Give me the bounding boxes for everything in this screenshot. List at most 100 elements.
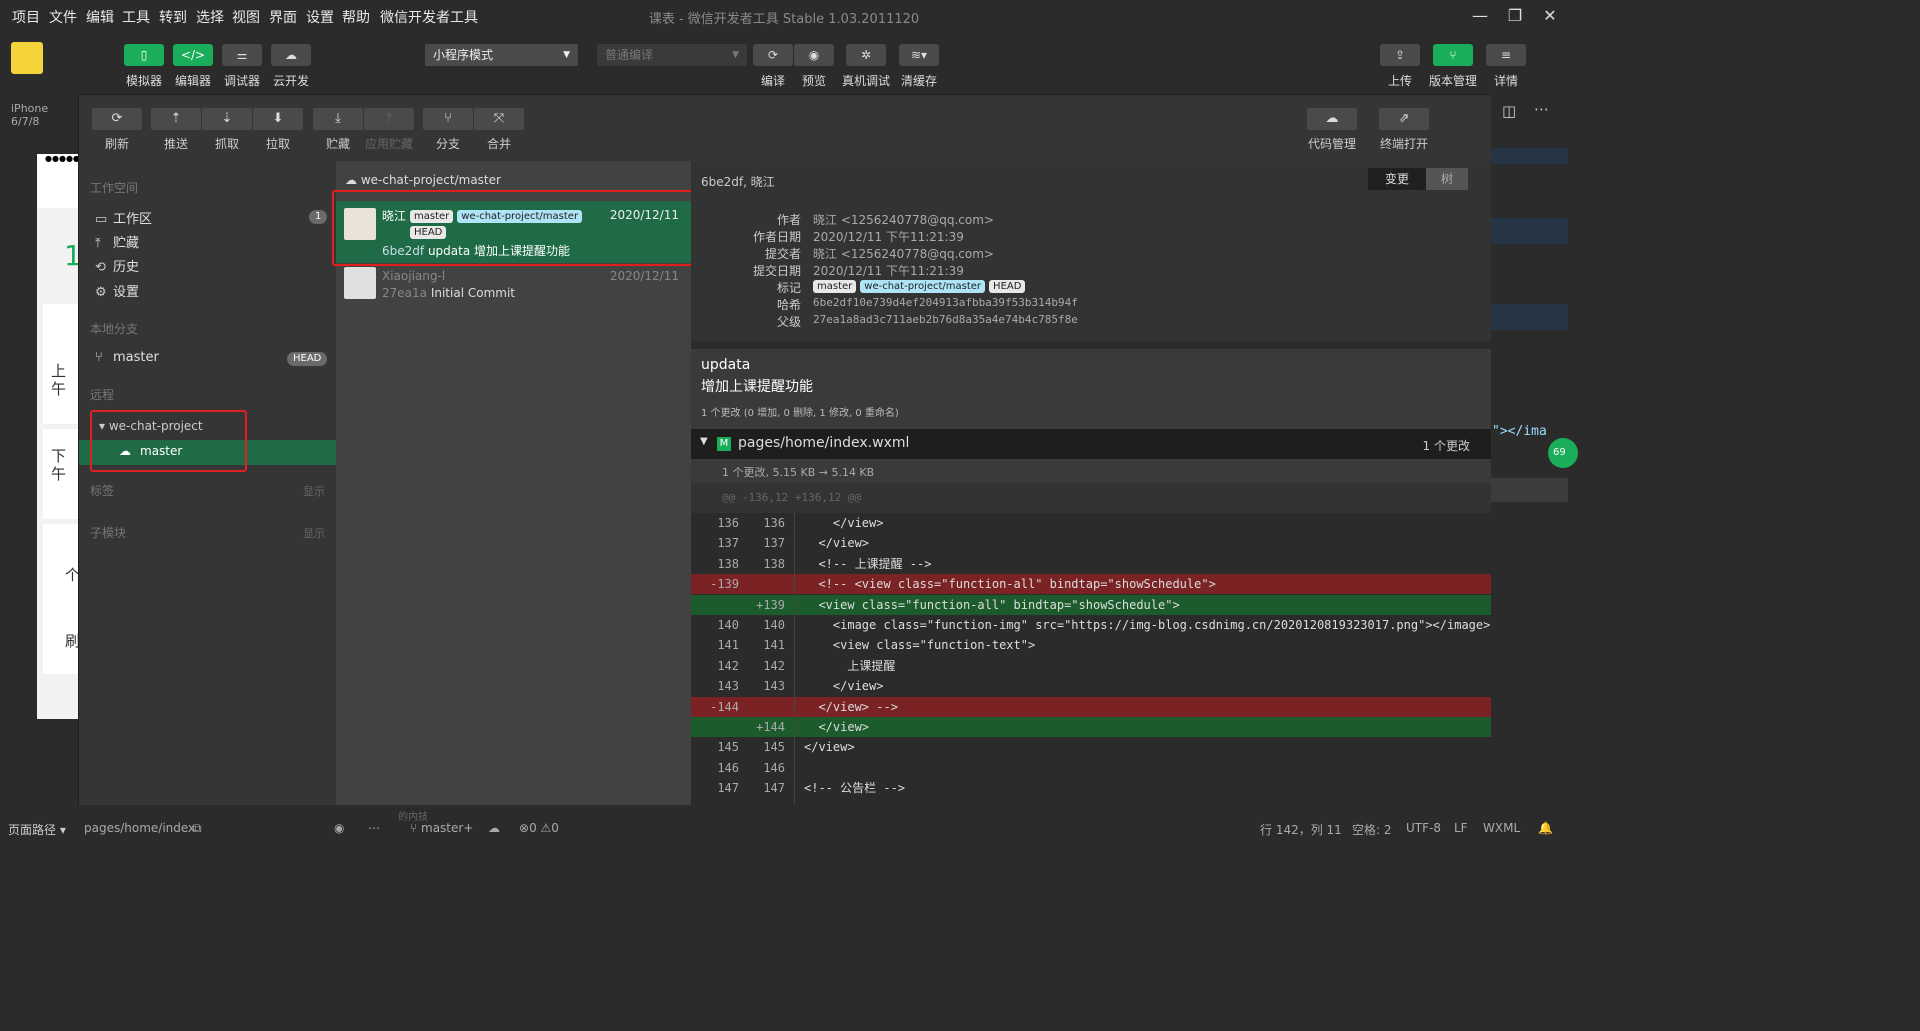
close-icon[interactable]: ✕ [1536,4,1564,28]
compile-select[interactable]: 普通编译 ▼ [597,44,747,66]
eye-icon: ◉ [808,48,820,62]
local-branch-master[interactable]: ⑂ master [95,350,159,365]
tags-section-title: 标签 [90,484,115,498]
eye-icon[interactable]: ◉ [334,821,344,835]
branch-icon: ⑂ [444,111,452,126]
refresh-button[interactable]: ⟳ [92,108,142,130]
msg-title: updata [701,357,751,373]
push-icon: ⇡ [170,111,182,126]
version-manage-button[interactable]: ⑂ [1433,44,1473,66]
problems-indicator[interactable]: ⊗0 ⚠0 [519,821,559,835]
status-bar: 页面路径 ▾ pages/home/index ⧉ ◉ ⋯ 的内技 ⑂ mast… [0,812,1568,842]
commit-row[interactable]: Xiaojiang-l 2020/12/11 27ea1a Initial Co… [336,265,691,327]
meta-value[interactable]: 6be2df10e739d4ef204913afbba39f53b314b94f [813,296,1078,309]
commit-list: ☁ we-chat-project/master 晓江 master we-chat… [332,161,700,805]
sim-card: 个 刷 [43,524,80,674]
mode-value: 小程序模式 [433,48,494,62]
remote-debug-button[interactable]: ✲ [846,44,886,66]
page-path: pages/home/index [84,821,196,835]
phone-icon: ▯ [140,48,148,62]
restore-icon[interactable]: ❐ [1501,4,1529,28]
avatar[interactable] [11,42,43,74]
compile-button[interactable]: ⟳ [753,44,793,66]
sim-card: 下 午 [43,429,78,519]
push-button[interactable]: ⇡ [151,108,201,130]
more-icon[interactable]: ⋯ [1534,100,1549,118]
copy-icon[interactable]: ⧉ [193,821,202,836]
meta-value: 2020/12/11 下午11:21:39 [813,230,964,244]
refresh-icon: ⟳ [111,111,123,126]
refresh-label: 刷新 [104,137,129,151]
upload-button[interactable]: ⇪ [1380,44,1420,66]
new-line-number: 146 [763,760,785,775]
merge-button[interactable]: ⤧ [474,108,524,130]
phone-navbar [37,168,78,208]
language-mode[interactable]: WXML [1483,821,1520,835]
sidebar-item-settings[interactable]: ⚙ 设置 [95,281,139,300]
sync-icon[interactable]: ☁ [488,821,500,835]
sidebar-item-label: 历史 [113,260,140,275]
debugger-button[interactable]: ⚌ [222,44,262,66]
bell-icon[interactable]: 🔔 [1538,821,1553,835]
encoding[interactable]: UTF-8 [1406,821,1441,835]
branch-indicator[interactable]: ⑂ master+ [410,821,473,835]
branch-icon: ⑂ [410,821,422,835]
mode-select[interactable]: 小程序模式 ▼ [425,44,578,66]
page-path-label[interactable]: 页面路径 ▾ [8,821,66,838]
meta-key: 提交日期 [752,264,801,278]
menu-bar: 项目 文件 编辑 工具 转到 选择 视图 界面 设置 帮助 微信开发者工具 课表… [0,0,1568,32]
old-line-number: -139 [710,577,739,592]
diff-line: 146 146 [691,758,1491,778]
tab-changes[interactable]: 变更 [1368,168,1426,190]
meta-value[interactable]: 27ea1a8ad3c711aeb2b76d8a35a4e74b4c785f8e [813,313,1078,326]
error-count: 0 [529,821,537,835]
meta-key: 哈希 [776,298,801,312]
stash-button[interactable]: ⤓ [313,108,363,130]
clear-cache-button[interactable]: ≋▾ [899,44,939,66]
code-icon: </> [180,48,206,62]
error-icon: ⊗ [519,821,530,835]
sim-card: 上 午 [43,304,78,424]
cursor-position[interactable]: 行 142，列 11 [1260,821,1342,838]
cloud-dev-button[interactable]: ☁ [271,44,311,66]
sidebar-item-history[interactable]: ⟲ 历史 [95,256,139,275]
diff-line: +139 <view class="function-all" bindtap=… [691,594,1491,615]
file-header[interactable]: ▼ M pages/home/index.wxml 1 个更改 [691,429,1491,459]
cloud-icon: ☁ [285,48,297,62]
preview-button[interactable]: ◉ [794,44,834,66]
split-editor-icon[interactable]: ◫ [1502,102,1516,120]
details-button[interactable]: ≡ [1486,44,1526,66]
tags-show-link[interactable]: 显示 [303,483,325,499]
fetch-button[interactable]: ⇣ [202,108,252,130]
diff-code: <view class="function-text"> [804,638,1036,653]
meta-value: 晓江 <1256240778@qq.com> [813,213,994,227]
diff-code: </view> [804,679,884,694]
indent-setting[interactable]: 空格: 2 [1352,821,1392,838]
more-icon[interactable]: ⋯ [368,821,380,835]
tab-tree[interactable]: 树 [1426,168,1468,190]
meta-key: 作者日期 [752,230,801,244]
device-label[interactable]: iPhone 6/7/8 [11,102,78,128]
meta-value: 2020/12/11 下午11:21:39 [813,264,964,278]
remote-debug-label: 真机调试 [841,74,890,88]
sidebar-item-workspace[interactable]: ▭ 工作区 [95,208,152,227]
gutter-divider [794,513,795,805]
editor-button[interactable]: </> [173,44,213,66]
sidebar-item-stash[interactable]: ⤒ 贮藏 [95,232,139,251]
chevron-down-icon: ▼ [732,50,739,60]
submodule-show-link[interactable]: 显示 [303,525,325,541]
new-line-number: 143 [763,679,785,694]
pull-button[interactable]: ⬇ [253,108,303,130]
workspace-badge: 1 [309,210,328,224]
simulator-button[interactable]: ▯ [124,44,164,66]
sim-text: 午 [51,380,67,398]
apply-stash-button[interactable]: ⤒ [364,108,414,130]
simulator-label: 模拟器 [125,74,162,88]
terminal-open-button[interactable]: ⇗ [1379,108,1429,130]
branch-button[interactable]: ⑂ [423,108,473,130]
line-ending[interactable]: LF [1454,821,1468,835]
simulator-screen[interactable]: ●●●●● 1 上 午 下 午 个 刷 [37,154,82,719]
minimize-icon[interactable]: — [1466,4,1494,28]
diff-code: </view> [804,536,870,551]
code-manage-button[interactable]: ☁ [1307,108,1357,130]
